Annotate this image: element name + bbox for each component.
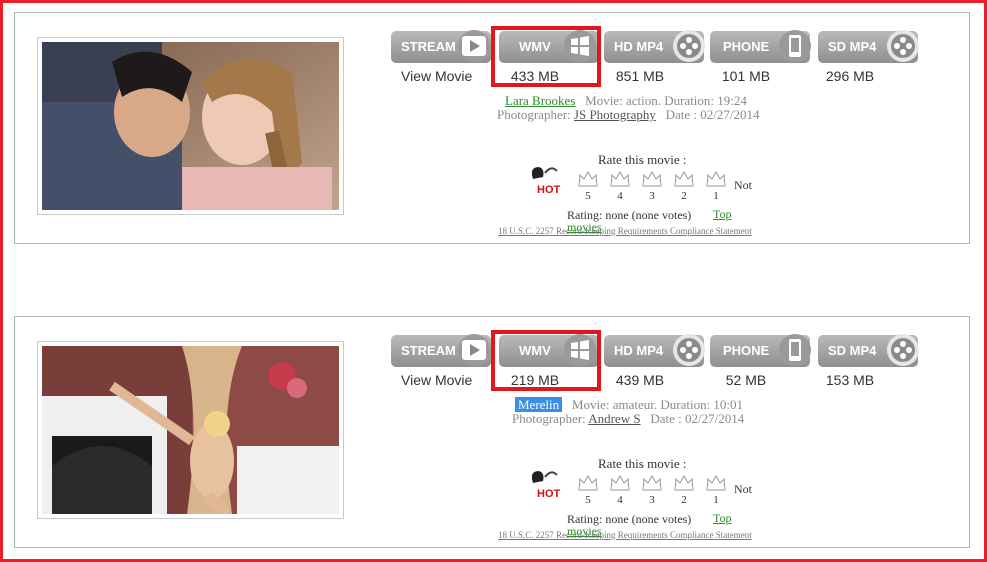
crown-rating-1[interactable] — [705, 169, 727, 189]
rate-value: 3 — [649, 190, 655, 202]
play-icon — [458, 334, 490, 366]
phone-button-label: PHONE — [723, 39, 770, 54]
rate-value: 5 — [585, 494, 591, 506]
crown-rating-4[interactable] — [609, 473, 631, 493]
movie-date: Date : 02/27/2014 — [650, 411, 745, 426]
movie-card: STREAM WMV HD MP4 PHONE SD MP4 View Movi… — [14, 316, 970, 548]
crown-rating-4[interactable] — [609, 169, 631, 189]
crown-rating-5[interactable] — [577, 169, 599, 189]
stream-button-label: STREAM — [401, 39, 456, 54]
crown-rating-2[interactable] — [673, 169, 695, 189]
phone-button[interactable]: PHONE — [710, 334, 811, 367]
phone-size: 52 MB — [725, 372, 767, 388]
rate-value: 1 — [713, 494, 719, 506]
movie-info: Movie: amateur. Duration: 10:01 — [571, 397, 744, 412]
crown-rating-5[interactable] — [577, 473, 599, 493]
movie-date: Date : 02/27/2014 — [665, 107, 760, 122]
phone-icon — [779, 334, 811, 366]
film-reel-icon — [673, 334, 705, 366]
stream-button[interactable]: STREAM — [391, 30, 491, 63]
compliance-statement-link[interactable]: 18 U.S.C. 2257 Record-Keeping Requiremen… — [498, 530, 752, 540]
film-reel-icon — [887, 334, 919, 366]
phone-button-label: PHONE — [723, 343, 770, 358]
not-rated-label[interactable]: Not — [734, 482, 752, 497]
wmv-highlight-box — [491, 330, 601, 391]
rate-value: 2 — [681, 190, 687, 202]
movie-card: STREAM WMV HD MP4 PHONE SD MP4 View Movi… — [14, 12, 970, 244]
hd-mp4-button[interactable]: HD MP4 — [604, 334, 705, 367]
photographer-label: Photographer: — [497, 107, 571, 122]
photographer-label: Photographer: — [512, 411, 586, 426]
rate-value: 5 — [585, 190, 591, 202]
phone-icon — [779, 30, 811, 62]
photographer-link[interactable]: Andrew S — [588, 411, 640, 426]
sd-mp4-size: 296 MB — [825, 68, 875, 84]
thumbnail-image[interactable] — [42, 346, 339, 514]
movie-info: Movie: action. Duration: 19:24 — [585, 93, 747, 108]
hd-mp4-size: 439 MB — [615, 372, 665, 388]
rate-value: 4 — [617, 190, 623, 202]
wmv-highlight-box — [491, 26, 601, 87]
rate-title: Rate this movie : — [598, 152, 687, 167]
rate-value: 4 — [617, 494, 623, 506]
crown-rating-1[interactable] — [705, 473, 727, 493]
hd-mp4-button-label: HD MP4 — [614, 39, 664, 54]
stream-button[interactable]: STREAM — [391, 334, 491, 367]
hot-icon: HOT — [531, 471, 561, 499]
not-rated-label[interactable]: Not — [734, 178, 752, 193]
thumbnail-image[interactable] — [42, 42, 339, 210]
hot-icon: HOT — [531, 167, 561, 195]
film-reel-icon — [673, 30, 705, 62]
sd-mp4-button-label: SD MP4 — [828, 343, 877, 358]
sd-mp4-button[interactable]: SD MP4 — [818, 334, 919, 367]
phone-button[interactable]: PHONE — [710, 30, 811, 63]
crown-rating-3[interactable] — [641, 169, 663, 189]
rate-title: Rate this movie : — [598, 456, 687, 471]
hd-mp4-size: 851 MB — [615, 68, 665, 84]
view-movie-link[interactable]: View Movie — [401, 372, 472, 388]
photographer-link[interactable]: JS Photography — [574, 107, 656, 122]
performer-link[interactable]: Lara Brookes — [505, 93, 575, 108]
performer-link[interactable]: Merelin — [515, 397, 563, 412]
movie-thumbnail[interactable] — [37, 37, 344, 215]
hot-label: HOT — [537, 488, 561, 499]
phone-size: 101 MB — [721, 68, 771, 84]
compliance-statement-link[interactable]: 18 U.S.C. 2257 Record-Keeping Requiremen… — [498, 226, 752, 236]
sd-mp4-size: 153 MB — [825, 372, 875, 388]
sd-mp4-button-label: SD MP4 — [828, 39, 877, 54]
view-movie-link[interactable]: View Movie — [401, 68, 472, 84]
sd-mp4-button[interactable]: SD MP4 — [818, 30, 919, 63]
hd-mp4-button[interactable]: HD MP4 — [604, 30, 705, 63]
hd-mp4-button-label: HD MP4 — [614, 343, 664, 358]
rate-value: 2 — [681, 494, 687, 506]
rate-value: 1 — [713, 190, 719, 202]
play-icon — [458, 30, 490, 62]
film-reel-icon — [887, 30, 919, 62]
movie-thumbnail[interactable] — [37, 341, 344, 519]
photographer-line: Photographer: JS Photography Date : 02/2… — [497, 107, 760, 123]
rate-value: 3 — [649, 494, 655, 506]
photographer-line: Photographer: Andrew S Date : 02/27/2014 — [512, 411, 744, 427]
hot-label: HOT — [537, 184, 561, 195]
crown-rating-2[interactable] — [673, 473, 695, 493]
stream-button-label: STREAM — [401, 343, 456, 358]
crown-rating-3[interactable] — [641, 473, 663, 493]
